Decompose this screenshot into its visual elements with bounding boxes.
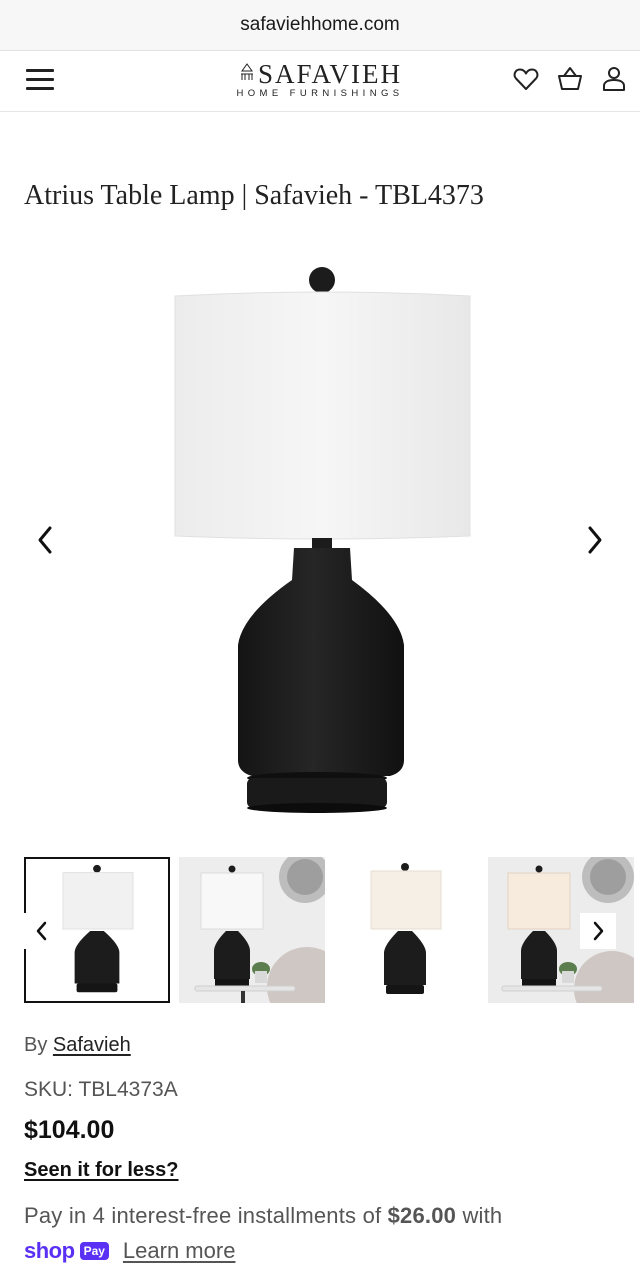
logo-subtitle: HOME FURNISHINGS — [236, 88, 404, 99]
chevron-left-icon — [36, 921, 47, 941]
thumb-lamp-room-scene[interactable] — [179, 857, 325, 1003]
basket-icon[interactable] — [556, 65, 584, 93]
logo-text: SAFAVIEH — [257, 59, 403, 89]
lamp-illustration — [174, 267, 471, 813]
menu-icon[interactable] — [26, 69, 54, 91]
url-bar[interactable]: safaviehhome.com — [0, 0, 640, 51]
shop-pay-row: shop Pay Learn more — [24, 1238, 235, 1264]
brand-link[interactable]: Safavieh — [53, 1034, 131, 1056]
installments-suffix: with — [462, 1203, 503, 1228]
thumbnail-strip — [24, 857, 634, 1003]
logo-emblem-icon — [240, 63, 253, 80]
product-price: $104.00 — [24, 1116, 115, 1144]
main-product-image[interactable] — [0, 250, 640, 830]
thumbnails-next-arrow[interactable] — [580, 913, 616, 949]
site-header: SAFAVIEH HOME FURNISHINGS — [0, 51, 640, 112]
site-logo[interactable]: SAFAVIEH HOME FURNISHINGS — [200, 59, 440, 99]
learn-more-link[interactable]: Learn more — [123, 1238, 236, 1264]
previous-image-arrow[interactable] — [30, 520, 60, 560]
next-image-arrow[interactable] — [580, 520, 610, 560]
installments-text: Pay in 4 interest-free installments of $… — [24, 1203, 502, 1229]
thumbnails-prev-arrow[interactable] — [24, 913, 60, 949]
seen-it-for-less-link[interactable]: Seen it for less? — [24, 1159, 179, 1182]
shop-pay-badge: Pay — [79, 1242, 109, 1260]
installment-amount: $26.00 — [387, 1203, 457, 1228]
url-text: safaviehhome.com — [240, 14, 400, 35]
installments-prefix: Pay in 4 interest-free installments of — [24, 1203, 382, 1228]
product-title: Atrius Table Lamp | Safavieh - TBL4373 — [24, 180, 484, 211]
heart-icon[interactable] — [512, 65, 540, 93]
thumb-lamp-lit[interactable] — [334, 857, 480, 1003]
chevron-right-icon — [593, 921, 604, 941]
sku-text: SKU: TBL4373A — [24, 1078, 178, 1101]
by-prefix: By — [24, 1034, 48, 1056]
brand-byline: By Safavieh — [24, 1034, 131, 1057]
shop-pay-logo: shop — [24, 1238, 75, 1263]
user-icon[interactable] — [600, 65, 628, 93]
